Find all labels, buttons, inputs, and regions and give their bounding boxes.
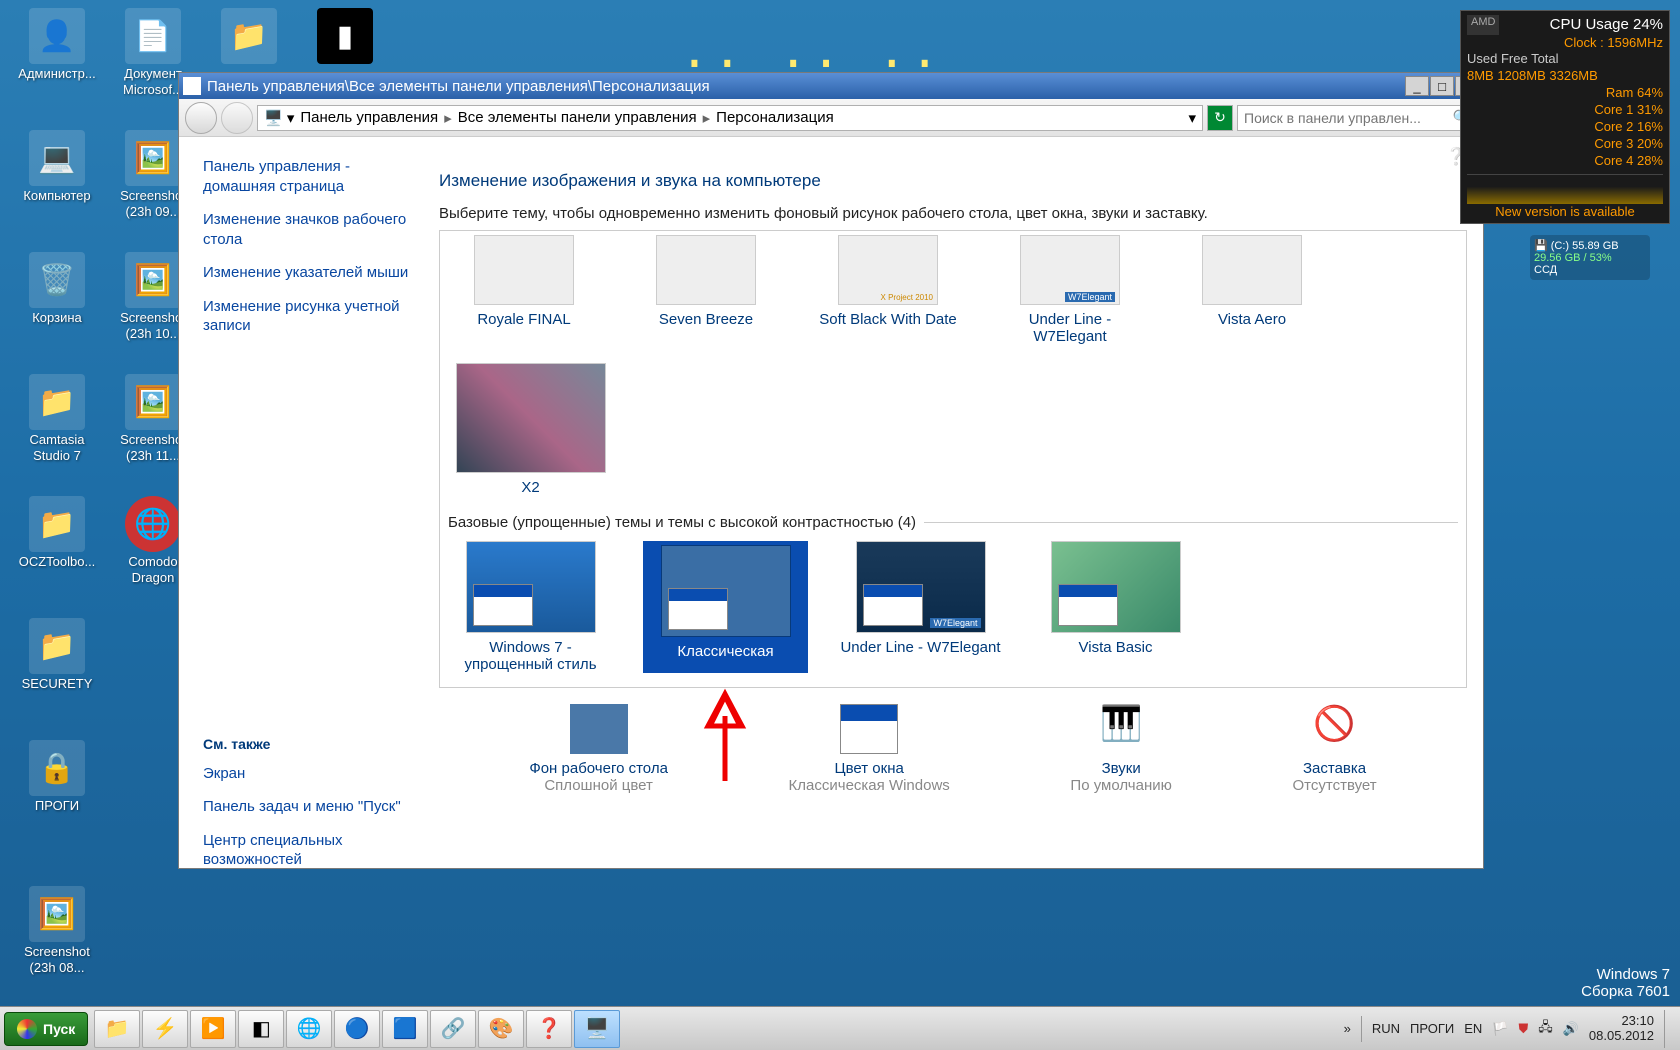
sidebar-link-account-pic[interactable]: Изменение рисунка учетной записи [203, 297, 419, 336]
sidebar-link-screen[interactable]: Экран [203, 764, 419, 784]
tray-flag-icon[interactable]: 🏳️ [1492, 1021, 1508, 1037]
search-input[interactable] [1244, 110, 1453, 126]
page-heading: Изменение изображения и звука на компьют… [439, 171, 1467, 191]
disk-gadget[interactable]: 💾 (C:) 55.89 GB 29.56 GB / 53% ССД [1530, 235, 1650, 280]
tray-clock[interactable]: 23:10 08.05.2012 [1589, 1014, 1654, 1043]
desktop-icon-admin[interactable]: 👤Администр... [12, 8, 102, 82]
taskbtn-chrome[interactable]: 🌐 [286, 1010, 332, 1048]
theme-classic[interactable]: Классическая [643, 541, 808, 673]
desktop-icon-progi[interactable]: 🔒ПРОГИ [12, 740, 102, 814]
taskbtn-help[interactable]: ❓ [526, 1010, 572, 1048]
see-also-heading: См. также [203, 736, 419, 752]
desktop-icon-ss4[interactable]: 🖼️Screenshot (23h 08... [12, 886, 102, 975]
theme-vista-basic[interactable]: Vista Basic [1033, 541, 1198, 673]
forward-button[interactable] [221, 102, 253, 134]
tray-expand[interactable]: » [1344, 1021, 1351, 1036]
theme-underline2[interactable]: W7ElegantUnder Line - W7Elegant [838, 541, 1003, 673]
cpu-gadget[interactable]: AMDCPU Usage 24% Clock : 1596MHz Used Fr… [1460, 10, 1670, 224]
taskbtn-paint[interactable]: 🎨 [478, 1010, 524, 1048]
system-tray: » RUN ПРОГИ EN 🏳️ ⛊ 🖧 🔊 23:10 08.05.2012 [1344, 1010, 1676, 1048]
theme-seven-breeze[interactable]: Seven Breeze [630, 235, 782, 345]
theme-underline1[interactable]: W7ElegantUnder Line - W7Elegant [994, 235, 1146, 345]
back-button[interactable] [185, 102, 217, 134]
action-desktop-bg[interactable]: Фон рабочего стола Сплошной цвет [529, 704, 668, 794]
sidebar-link-pointers[interactable]: Изменение указателей мыши [203, 263, 419, 283]
minimize-button[interactable]: _ [1405, 76, 1429, 96]
desktop-icon-camtasia[interactable]: 📁Camtasia Studio 7 [12, 374, 102, 463]
sidebar: Панель управления - домашняя страница Из… [179, 137, 429, 868]
desktop-icon-computer[interactable]: 💻Компьютер [12, 130, 102, 204]
sidebar-link-taskbar[interactable]: Панель задач и меню "Пуск" [203, 797, 419, 817]
desktop-icon-bin[interactable]: 🗑️Корзина [12, 252, 102, 326]
taskbtn-app2[interactable]: ◧ [238, 1010, 284, 1048]
taskbar: Пуск 📁 ⚡ ▶️ ◧ 🌐 🔵 🟦 🔗 🎨 ❓ 🖥️ » RUN ПРОГИ… [0, 1006, 1680, 1050]
action-sounds[interactable]: 🎹 Звуки По умолчанию [1070, 704, 1171, 794]
start-button[interactable]: Пуск [4, 1012, 88, 1046]
taskbtn-app5[interactable]: 🔗 [430, 1010, 476, 1048]
taskbtn-app3[interactable]: 🔵 [334, 1010, 380, 1048]
action-window-color[interactable]: Цвет окна Классическая Windows [789, 704, 950, 794]
cpu-graph [1467, 174, 1663, 204]
window-title: Панель управления\Все элементы панели уп… [207, 78, 710, 95]
refresh-button[interactable]: ↻ [1207, 105, 1233, 131]
maximize-button[interactable]: □ [1430, 76, 1454, 96]
theme-soft-black[interactable]: X Project 2010Soft Black With Date [812, 235, 964, 345]
sidebar-link-home[interactable]: Панель управления - домашняя страница [203, 157, 419, 196]
control-panel-window: Панель управления\Все элементы панели уп… [178, 72, 1484, 869]
tray-volume-icon[interactable]: 🔊 [1563, 1021, 1579, 1037]
basic-themes-label: Базовые (упрощенные) темы и темы с высок… [448, 514, 1458, 531]
tray-network-icon[interactable]: 🖧 [1538, 1018, 1553, 1040]
sidebar-link-icons[interactable]: Изменение значков рабочего стола [203, 210, 419, 249]
search-box[interactable]: 🔍 [1237, 105, 1477, 131]
tray-lang[interactable]: EN [1464, 1021, 1482, 1036]
sidebar-link-accessibility[interactable]: Центр специальных возможностей [203, 831, 419, 870]
themes-container: Royale FINAL Seven Breeze X Project 2010… [439, 230, 1467, 688]
page-subtext: Выберите тему, чтобы одновременно измени… [439, 205, 1467, 222]
action-screensaver[interactable]: 🚫 Заставка Отсутствует [1293, 704, 1377, 794]
tray-shield-icon[interactable]: ⛊ [1518, 1021, 1528, 1037]
taskbtn-app4[interactable]: 🟦 [382, 1010, 428, 1048]
taskbtn-vlc[interactable]: ▶️ [190, 1010, 236, 1048]
breadcrumb[interactable]: 🖥️ ▾ Панель управления▸ Все элементы пан… [257, 105, 1203, 131]
tray-progi[interactable]: ПРОГИ [1410, 1021, 1454, 1036]
desktop-icon-securety[interactable]: 📁SECURETY [12, 618, 102, 692]
windows-watermark: Windows 7 Сборка 7601 [1581, 966, 1670, 1000]
theme-royale[interactable]: Royale FINAL [448, 235, 600, 345]
taskbtn-app1[interactable]: ⚡ [142, 1010, 188, 1048]
taskbtn-explorer[interactable]: 📁 [94, 1010, 140, 1048]
theme-vista-aero[interactable]: Vista Aero [1176, 235, 1328, 345]
help-icon[interactable]: ❔ [439, 147, 1467, 167]
show-desktop-button[interactable] [1664, 1010, 1676, 1048]
titlebar[interactable]: Панель управления\Все элементы панели уп… [179, 73, 1483, 99]
main-panel: ❔ Изменение изображения и звука на компь… [429, 137, 1483, 868]
desktop-icon-cmd[interactable]: ▮ [300, 8, 390, 66]
desktop-icon-folder1[interactable]: 📁 [204, 8, 294, 66]
tray-run[interactable]: RUN [1372, 1021, 1400, 1036]
window-icon [183, 77, 201, 95]
taskbtn-control-panel[interactable]: 🖥️ [574, 1010, 620, 1048]
theme-win7-basic[interactable]: Windows 7 - упрощенный стиль [448, 541, 613, 673]
desktop-icon-ocz[interactable]: 📁OCZToolbo... [12, 496, 102, 570]
navbar: 🖥️ ▾ Панель управления▸ Все элементы пан… [179, 99, 1483, 137]
theme-x2[interactable]: X2 [448, 363, 613, 496]
